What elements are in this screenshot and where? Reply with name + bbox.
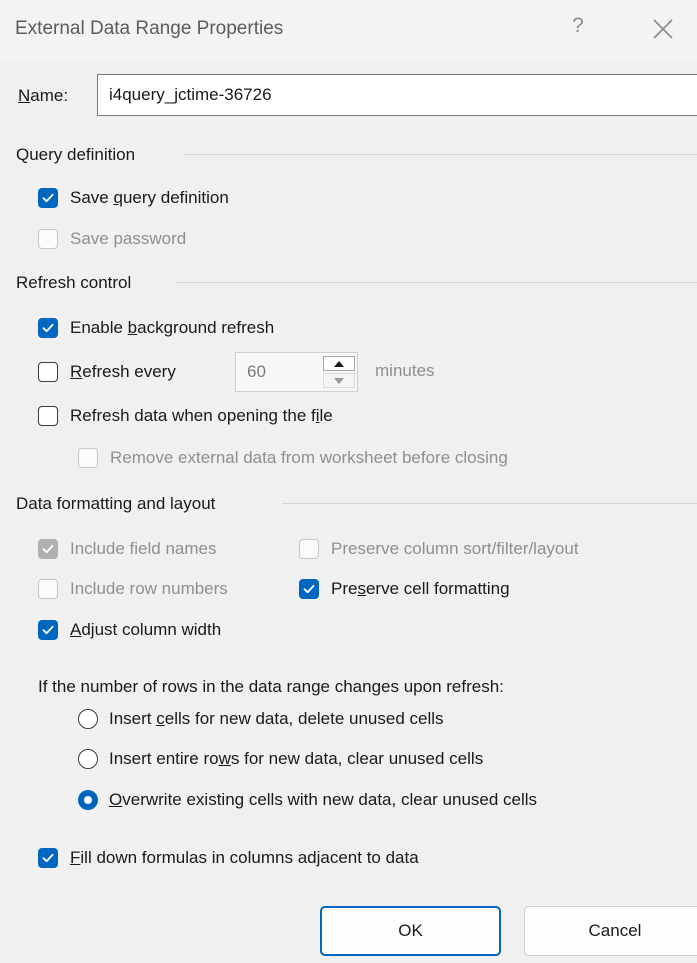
- rows-change-prompt: If the number of rows in the data range …: [38, 677, 504, 696]
- save-password-checkbox[interactable]: Save password: [38, 224, 186, 254]
- group-divider: [175, 282, 697, 283]
- refresh-on-open-checkbox[interactable]: Refresh data when opening the file: [38, 401, 333, 431]
- name-field[interactable]: [97, 74, 697, 116]
- checkbox-unchecked-icon: [299, 539, 319, 559]
- save-query-definition-label: Save query definition: [70, 188, 229, 207]
- refresh-every-label: Refresh every: [70, 362, 176, 381]
- include-row-numbers-label: Include row numbers: [70, 579, 228, 598]
- refresh-on-open-label: Refresh data when opening the file: [70, 406, 333, 425]
- query-definition-heading: Query definition: [16, 145, 136, 164]
- checkbox-checked-icon: [38, 188, 58, 208]
- checkbox-unchecked-icon: [38, 362, 58, 382]
- checkbox-unchecked-icon: [38, 406, 58, 426]
- preserve-sort-label: Preserve column sort/filter/layout: [331, 539, 579, 558]
- insert-rows-label: Insert entire rows for new data, clear u…: [109, 749, 484, 768]
- checkbox-checked-icon: [299, 579, 319, 599]
- dialog-title: External Data Range Properties: [15, 18, 284, 39]
- include-field-names-checkbox[interactable]: Include field names: [38, 534, 216, 564]
- adjust-column-width-checkbox[interactable]: Adjust column width: [38, 615, 221, 645]
- fill-down-formulas-label: Fill down formulas in columns adjacent t…: [70, 848, 419, 867]
- include-field-names-label: Include field names: [70, 539, 217, 558]
- refresh-every-checkbox[interactable]: Refresh every: [38, 357, 176, 387]
- fill-down-formulas-checkbox[interactable]: Fill down formulas in columns adjacent t…: [38, 843, 419, 873]
- radio-unselected-icon: [78, 709, 98, 729]
- background-refresh-checkbox[interactable]: Enable background refresh: [38, 313, 274, 343]
- title-bar: External Data Range Properties ?: [0, 0, 697, 62]
- close-icon[interactable]: [650, 16, 676, 42]
- name-label: Name:: [18, 86, 69, 105]
- help-button[interactable]: ?: [566, 14, 590, 38]
- radio-unselected-icon: [78, 749, 98, 769]
- refresh-minutes-stepper[interactable]: 60: [235, 352, 358, 392]
- stepper-buttons: [323, 356, 355, 388]
- ok-button[interactable]: OK: [320, 906, 501, 956]
- refresh-minutes-value: 60: [247, 362, 266, 381]
- checkbox-checked-icon: [38, 318, 58, 338]
- decrement-arrow-icon[interactable]: [323, 373, 355, 388]
- checkbox-unchecked-icon: [38, 229, 58, 249]
- insert-rows-radio[interactable]: Insert entire rows for new data, clear u…: [78, 744, 483, 774]
- background-refresh-label: Enable background refresh: [70, 318, 275, 337]
- remove-external-data-checkbox[interactable]: Remove external data from worksheet befo…: [78, 443, 508, 473]
- refresh-control-heading: Refresh control: [16, 273, 132, 292]
- cancel-button[interactable]: Cancel: [524, 906, 697, 956]
- data-formatting-heading: Data formatting and layout: [16, 494, 216, 513]
- save-query-definition-checkbox[interactable]: Save query definition: [38, 183, 229, 213]
- overwrite-cells-radio[interactable]: Overwrite existing cells with new data, …: [78, 785, 537, 815]
- checkbox-checked-icon: [38, 620, 58, 640]
- include-row-numbers-checkbox[interactable]: Include row numbers: [38, 574, 228, 604]
- group-divider: [183, 154, 697, 155]
- preserve-sort-checkbox[interactable]: Preserve column sort/filter/layout: [299, 534, 579, 564]
- checkbox-unchecked-icon: [38, 579, 58, 599]
- checkbox-unchecked-icon: [78, 448, 98, 468]
- adjust-column-width-label: Adjust column width: [70, 620, 222, 639]
- save-password-label: Save password: [70, 229, 187, 248]
- insert-cells-radio[interactable]: Insert cells for new data, delete unused…: [78, 704, 444, 734]
- preserve-cell-formatting-label: Preserve cell formatting: [331, 579, 510, 598]
- radio-selected-icon: [78, 790, 98, 810]
- group-divider: [282, 503, 697, 504]
- minutes-label: minutes: [375, 361, 435, 380]
- increment-arrow-icon[interactable]: [323, 356, 355, 371]
- overwrite-cells-label: Overwrite existing cells with new data, …: [109, 790, 538, 809]
- checkbox-checked-icon: [38, 848, 58, 868]
- checkbox-checked-icon: [38, 539, 58, 559]
- remove-external-data-label: Remove external data from worksheet befo…: [110, 448, 508, 467]
- preserve-cell-formatting-checkbox[interactable]: Preserve cell formatting: [299, 574, 510, 604]
- insert-cells-label: Insert cells for new data, delete unused…: [109, 709, 444, 728]
